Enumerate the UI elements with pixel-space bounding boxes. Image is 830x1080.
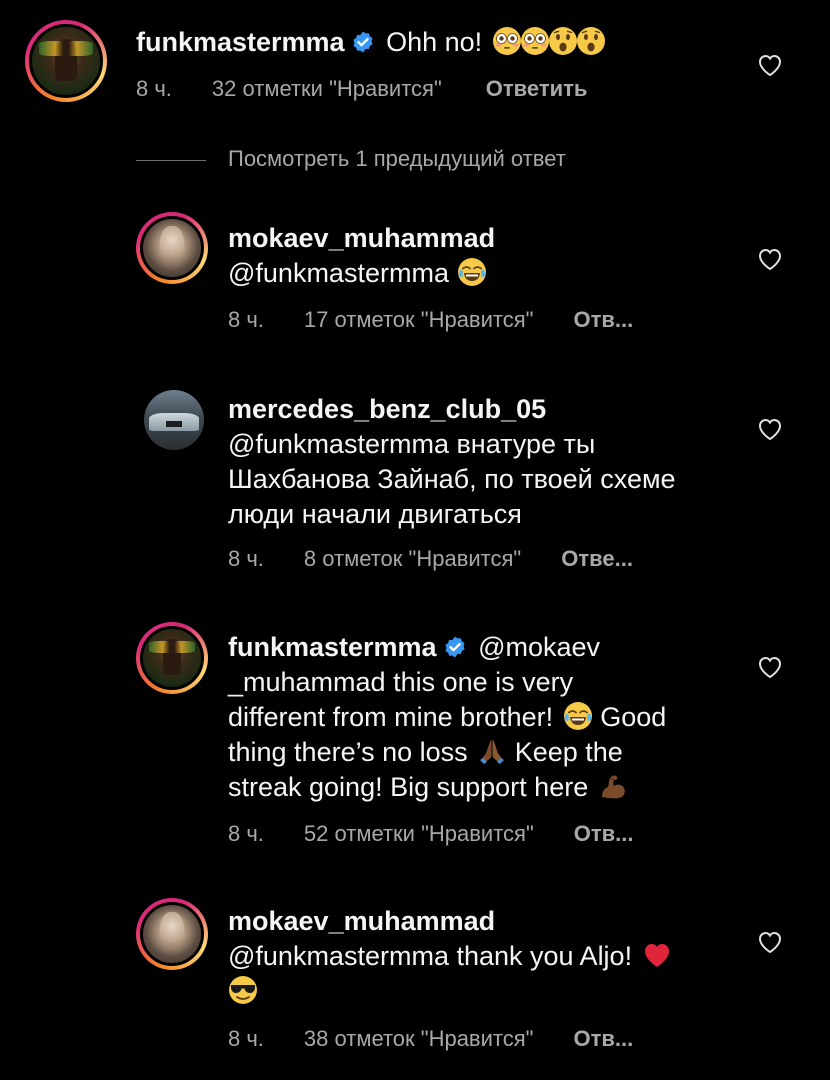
red-heart-emoji-icon [642, 940, 672, 970]
flushed-face-emoji-icon [520, 26, 550, 56]
smiling-face-with-sunglasses-emoji-icon [228, 975, 258, 1005]
username[interactable]: mokaev_muhammad [228, 904, 748, 939]
comment-text-line: different from mine brother! [228, 702, 554, 732]
comment-meta: 8 ч. 8 отметок "Нравится" Отве... [228, 546, 633, 572]
comment-text-line: Good [600, 702, 667, 732]
astonished-face-emoji-icon [548, 26, 578, 56]
heart-outline-icon[interactable] [757, 247, 783, 271]
reply-button[interactable]: Ответить [486, 76, 588, 101]
comment-text-line: Шахбанова Зайнаб, по твоей схеме [228, 464, 676, 494]
comment-text-line: thing there’s no loss [228, 737, 468, 767]
username[interactable]: funkmastermma [136, 27, 345, 57]
avatar[interactable] [136, 898, 208, 970]
view-previous-label: Посмотреть 1 предыдущий ответ [228, 146, 566, 171]
comment-time: 8 ч. [228, 307, 264, 332]
verified-badge-icon [443, 635, 467, 659]
heart-outline-icon[interactable] [757, 930, 783, 954]
heart-outline-icon[interactable] [757, 655, 783, 679]
flushed-face-emoji-icon [492, 26, 522, 56]
divider-line [136, 159, 206, 161]
comment-text-line: @funkmastermma внатуре ты [228, 429, 596, 459]
reply-button[interactable]: Отв... [573, 307, 633, 332]
comment-body: funkmastermma @mokaev _muhammad this one… [228, 630, 748, 805]
comment-body: funkmastermma Ohh no! [136, 25, 756, 60]
face-with-tears-of-joy-emoji-icon [457, 257, 487, 287]
likes-count[interactable]: 38 отметок "Нравится" [304, 1026, 534, 1051]
comment-meta: 8 ч. 32 отметки "Нравится" Ответить [136, 76, 587, 102]
comment-text-line: @mokaev [478, 632, 601, 662]
comment-text-line: _muhammad this one is very [228, 667, 574, 697]
astonished-face-emoji-icon [576, 26, 606, 56]
heart-outline-icon[interactable] [757, 53, 783, 77]
username[interactable]: mokaev_muhammad [228, 221, 728, 256]
comment-time: 8 ч. [228, 1026, 264, 1051]
reply-button[interactable]: Отве... [561, 546, 633, 571]
comment-meta: 8 ч. 52 отметки "Нравится" Отв... [228, 821, 634, 847]
view-previous-replies-button[interactable]: Посмотреть 1 предыдущий ответ [136, 146, 566, 172]
comment-text-line: Keep the [514, 737, 623, 767]
comment-meta: 8 ч. 38 отметок "Нравится" Отв... [228, 1026, 633, 1052]
avatar-image [140, 902, 204, 966]
username[interactable]: mercedes_benz_club_05 [228, 392, 748, 427]
avatar[interactable] [136, 622, 208, 694]
likes-count[interactable]: 32 отметки "Нравится" [212, 76, 442, 101]
reply-button[interactable]: Отв... [574, 821, 634, 846]
avatar[interactable] [136, 212, 208, 284]
avatar-image [140, 626, 204, 690]
likes-count[interactable]: 8 отметок "Нравится" [304, 546, 521, 571]
avatar[interactable] [144, 390, 204, 450]
flexed-biceps-emoji-icon [598, 771, 628, 801]
comment-time: 8 ч. [228, 821, 264, 846]
avatar-image [29, 24, 103, 98]
likes-count[interactable]: 52 отметки "Нравится" [304, 821, 534, 846]
comment-text: @funkmastermma [228, 258, 449, 288]
comment-time: 8 ч. [228, 546, 264, 571]
comment-text-line: streak going! Big support here [228, 772, 589, 802]
comment-text: Ohh no! [386, 27, 483, 57]
comment-body: mokaev_muhammad @funkmastermma [228, 221, 728, 291]
folded-hands-emoji-icon [477, 736, 507, 766]
username[interactable]: funkmastermma [228, 632, 437, 662]
avatar[interactable] [25, 20, 107, 102]
face-with-tears-of-joy-emoji-icon [563, 701, 593, 731]
heart-outline-icon[interactable] [757, 417, 783, 441]
comment-meta: 8 ч. 17 отметок "Нравится" Отв... [228, 307, 633, 333]
comment-text: @funkmastermma thank you Aljo! [228, 941, 633, 971]
comment-text-line: люди начали двигаться [228, 499, 522, 529]
avatar-image [140, 216, 204, 280]
verified-badge-icon [351, 30, 375, 54]
comment-body: mercedes_benz_club_05 @funkmastermma вна… [228, 392, 748, 532]
reply-button[interactable]: Отв... [573, 1026, 633, 1051]
comment-time: 8 ч. [136, 76, 172, 101]
comment-body: mokaev_muhammad @funkmastermma thank you… [228, 904, 748, 1009]
likes-count[interactable]: 17 отметок "Нравится" [304, 307, 534, 332]
